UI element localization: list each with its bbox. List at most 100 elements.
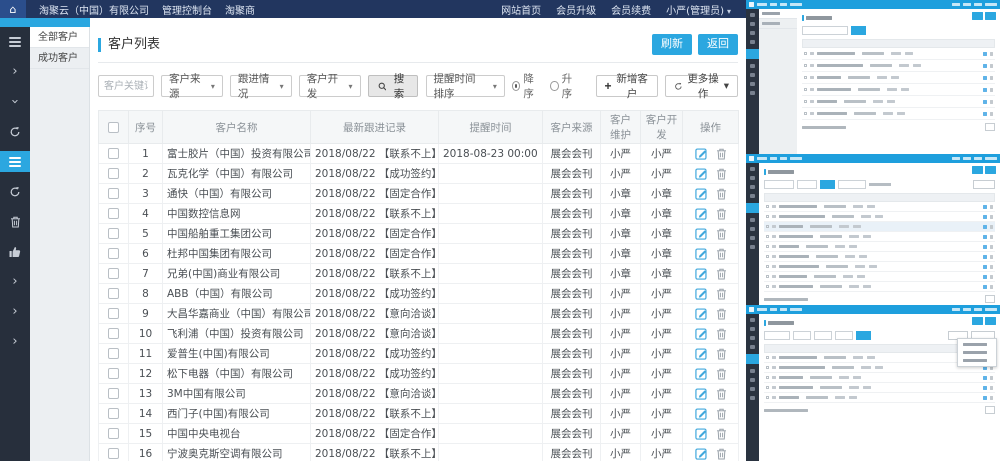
row-checkbox[interactable] (108, 328, 119, 339)
preview-window-3[interactable] (746, 305, 1000, 461)
trash-icon[interactable] (0, 211, 30, 232)
delete-button[interactable] (716, 208, 727, 220)
cell-customer-name[interactable]: 杜邦中国集团有限公司 (163, 244, 311, 264)
edit-button[interactable] (695, 207, 708, 220)
delete-button[interactable] (716, 228, 727, 240)
edit-button[interactable] (695, 267, 708, 280)
cell-customer-name[interactable]: 3M中国有限公司 (163, 384, 311, 404)
search-button[interactable]: 搜索 (368, 75, 418, 97)
back-button[interactable]: 返回 (698, 34, 738, 55)
customer-list-icon[interactable] (0, 151, 30, 172)
chevron-down-icon[interactable]: › (0, 91, 30, 112)
cell-customer-name[interactable]: 中国数控信息网 (163, 204, 311, 224)
edit-button[interactable] (695, 187, 708, 200)
cell-customer-name[interactable]: ABB（中国）有限公司 (163, 284, 311, 304)
logout-icon[interactable] (0, 181, 30, 202)
nav-console[interactable]: 管理控制台 (162, 2, 212, 17)
cell-customer-name[interactable]: 爱普生(中国)有限公司 (163, 344, 311, 364)
row-checkbox[interactable] (108, 248, 119, 259)
edit-button[interactable] (695, 147, 708, 160)
row-checkbox[interactable] (108, 168, 119, 179)
row-checkbox[interactable] (108, 188, 119, 199)
sync-icon[interactable] (0, 121, 30, 142)
row-checkbox[interactable] (108, 208, 119, 219)
delete-button[interactable] (716, 408, 727, 420)
delete-button[interactable] (716, 188, 727, 200)
cell-customer-name[interactable]: 富士胶片（中国）投资有限公司 (163, 144, 311, 164)
cell-customer-name[interactable]: 兄弟(中国)商业有限公司 (163, 264, 311, 284)
delete-button[interactable] (716, 368, 727, 380)
delete-button[interactable] (716, 388, 727, 400)
row-checkbox[interactable] (108, 268, 119, 279)
edit-button[interactable] (695, 407, 708, 420)
nav-member-upgrade[interactable]: 会员升级 (556, 2, 596, 17)
edit-button[interactable] (695, 347, 708, 360)
sidebar-item-success-customers[interactable]: 成功客户 (30, 48, 89, 69)
cell-customer-name[interactable]: 中国中央电视台 (163, 424, 311, 444)
developer-select[interactable]: 客户开发▾ (299, 75, 361, 97)
preview-window-2[interactable] (746, 154, 1000, 305)
cell-customer-name[interactable]: 松下电器（中国）有限公司 (163, 364, 311, 384)
row-checkbox[interactable] (108, 428, 119, 439)
row-checkbox[interactable] (108, 368, 119, 379)
add-customer-button[interactable]: +新增客户 (596, 75, 658, 97)
row-checkbox[interactable] (108, 228, 119, 239)
select-all-checkbox[interactable] (108, 122, 119, 133)
delete-button[interactable] (716, 288, 727, 300)
edit-button[interactable] (695, 307, 708, 320)
row-checkbox[interactable] (108, 288, 119, 299)
cell-customer-name[interactable]: 瓦克化学（中国）有限公司 (163, 164, 311, 184)
edit-button[interactable] (695, 227, 708, 240)
delete-button[interactable] (716, 308, 727, 320)
delete-button[interactable] (716, 428, 727, 440)
row-checkbox[interactable] (108, 148, 119, 159)
delete-button[interactable] (716, 448, 727, 460)
chevron-right-icon-4[interactable]: › (0, 331, 30, 352)
delete-button[interactable] (716, 168, 727, 180)
row-checkbox[interactable] (108, 388, 119, 399)
sort-asc-radio[interactable]: 升序 (550, 71, 578, 101)
edit-button[interactable] (695, 447, 708, 460)
edit-button[interactable] (695, 387, 708, 400)
cell-customer-name[interactable]: 中国船舶重工集团公司 (163, 224, 311, 244)
delete-button[interactable] (716, 148, 727, 160)
row-checkbox[interactable] (108, 308, 119, 319)
edit-button[interactable] (695, 247, 708, 260)
menu-icon[interactable] (0, 31, 30, 52)
nav-member-renew[interactable]: 会员续费 (611, 2, 651, 17)
edit-button[interactable] (695, 367, 708, 380)
chevron-right-icon-3[interactable]: › (0, 301, 30, 322)
cell-customer-name[interactable]: 西门子(中国)有限公司 (163, 404, 311, 424)
cell-customer-name[interactable]: 通快（中国）有限公司 (163, 184, 311, 204)
follow-status-select[interactable]: 跟进情况▾ (230, 75, 292, 97)
preview-window-1[interactable] (746, 0, 1000, 154)
cell-customer-name[interactable]: 宁波奥克斯空调有限公司 (163, 444, 311, 461)
user-menu[interactable]: 小严(管理员)▾ (666, 2, 731, 17)
row-checkbox[interactable] (108, 348, 119, 359)
delete-button[interactable] (716, 248, 727, 260)
keyword-input[interactable] (98, 75, 154, 97)
delete-button[interactable] (716, 328, 727, 340)
sort-desc-radio[interactable]: 降序 (512, 71, 540, 101)
chevron-right-icon-2[interactable]: › (0, 271, 30, 292)
nav-brand[interactable]: 淘聚商 (225, 2, 255, 17)
edit-button[interactable] (695, 287, 708, 300)
refresh-button[interactable]: 刷新 (652, 34, 692, 55)
edit-button[interactable] (695, 427, 708, 440)
thumbs-up-icon[interactable] (0, 241, 30, 262)
home-icon[interactable]: ⌂ (0, 0, 26, 18)
delete-button[interactable] (716, 348, 727, 360)
cell-customer-name[interactable]: 大昌华嘉商业（中国）有限公司 (163, 304, 311, 324)
more-operations-button[interactable]: 更多操作▾ (665, 75, 738, 97)
delete-button[interactable] (716, 268, 727, 280)
row-checkbox[interactable] (108, 408, 119, 419)
sidebar-item-all-customers[interactable]: 全部客户 (30, 27, 89, 48)
edit-button[interactable] (695, 167, 708, 180)
remind-sort-select[interactable]: 提醒时间排序▾ (426, 75, 505, 97)
chevron-right-icon[interactable]: › (0, 61, 30, 82)
source-select[interactable]: 客户来源▾ (161, 75, 223, 97)
row-checkbox[interactable] (108, 448, 119, 459)
cell-customer-name[interactable]: 飞利浦（中国）投资有限公司 (163, 324, 311, 344)
edit-button[interactable] (695, 327, 708, 340)
nav-website-home[interactable]: 网站首页 (501, 2, 541, 17)
